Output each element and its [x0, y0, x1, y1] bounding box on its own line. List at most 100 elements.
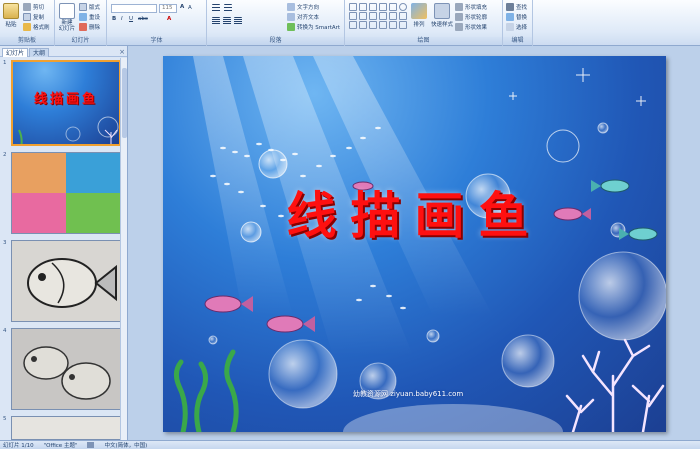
slide-title[interactable]: 线描画鱼 [163, 176, 666, 248]
shape-rect-icon[interactable] [349, 3, 357, 11]
shape-brace-icon[interactable] [379, 21, 387, 29]
binoculars-icon [506, 3, 514, 11]
shrink-font-button[interactable]: A [188, 5, 192, 11]
theme-name: "Office 主题" [43, 443, 78, 449]
text-direction-button[interactable]: 文字方向 [287, 3, 319, 11]
font-color-button[interactable]: A [167, 16, 171, 22]
thumbnail-number: 5 [3, 416, 7, 422]
effects-icon [455, 23, 463, 31]
tab-outline[interactable]: 大纲 [29, 48, 50, 57]
layout-button[interactable]: 版式 [79, 3, 100, 11]
shape-triangle-icon[interactable] [359, 12, 367, 20]
shapes-gallery[interactable] [349, 3, 409, 29]
align-text-button[interactable]: 对齐文本 [287, 13, 319, 21]
shape-effects-button[interactable]: 形状效果 [455, 23, 487, 31]
numbering-button[interactable] [224, 4, 232, 12]
shape-brace-icon[interactable] [369, 21, 377, 29]
shape-star-icon[interactable] [399, 12, 407, 20]
thumbnail-image [11, 328, 121, 410]
align-left-icon [212, 17, 220, 25]
align-right-button[interactable] [234, 17, 242, 25]
font-group: 115 A A B I U abc A 字体 [107, 0, 207, 46]
quick-styles-button[interactable]: 快速样式 [431, 3, 453, 28]
scissors-icon [23, 3, 31, 11]
slide-workarea: 线描画鱼 幼教资源网 ziyuan.baby611.com [129, 46, 700, 440]
shape-brace-icon[interactable] [389, 12, 397, 20]
thumbnail-decor [18, 116, 119, 144]
new-slide-button[interactable]: 新建 幻灯片 [58, 3, 76, 32]
panel-scrollbar[interactable] [120, 58, 127, 440]
shape-arrow-icon[interactable] [369, 12, 377, 20]
strikethrough-button[interactable]: abc [138, 16, 148, 22]
delete-icon [79, 23, 87, 31]
find-button[interactable]: 查找 [506, 3, 527, 11]
underline-button[interactable]: U [129, 16, 133, 22]
thumbnail-image [11, 152, 121, 234]
shape-arrow-icon[interactable] [379, 12, 387, 20]
slide-canvas[interactable]: 线描画鱼 幼教资源网 ziyuan.baby611.com [163, 56, 666, 432]
editing-label: 编辑 [503, 37, 532, 45]
paste-button[interactable]: 粘贴 [3, 3, 19, 28]
font-size-box[interactable]: 115 [159, 4, 177, 13]
thumbnail-3[interactable]: 3 [3, 240, 121, 322]
fish-art-tile [66, 193, 120, 233]
italic-button[interactable]: I [121, 16, 123, 22]
copy-icon [23, 13, 31, 21]
cut-button[interactable]: 剪切 [23, 3, 44, 11]
arrange-button[interactable]: 排列 [411, 3, 427, 28]
smartart-button[interactable]: 转换为 SmartArt [287, 23, 340, 31]
thumbnail-image: 线描画鱼 [11, 60, 121, 146]
shape-rect-icon[interactable] [389, 3, 397, 11]
brush-icon [23, 23, 31, 31]
language-status[interactable]: 中文(简体，中国) [104, 441, 147, 449]
shape-line-icon[interactable] [379, 3, 387, 11]
shape-rect-icon[interactable] [359, 3, 367, 11]
layout-icon [79, 3, 87, 11]
font-name-box[interactable] [111, 4, 157, 13]
copy-button[interactable]: 复制 [23, 13, 44, 21]
replace-button[interactable]: 替换 [506, 13, 527, 21]
align-center-button[interactable] [223, 17, 231, 25]
shape-outline-button[interactable]: 形状轮廓 [455, 13, 487, 21]
shape-more-icon[interactable] [399, 21, 407, 29]
shape-rect-icon[interactable] [349, 12, 357, 20]
format-painter-button[interactable]: 格式刷 [23, 23, 50, 31]
thumbnail-image [11, 416, 121, 440]
drawing-group: 排列 快速样式 形状填充 形状轮廓 形状效果 绘图 [345, 0, 503, 46]
fish-drawing [27, 258, 117, 308]
slides-panel: 幻灯片 大纲 × 1 线描画鱼 2 3 4 5 [0, 46, 128, 440]
shape-line-icon[interactable] [369, 3, 377, 11]
fish-art-tile [66, 153, 120, 193]
shape-curve-icon[interactable] [349, 21, 357, 29]
replace-icon [506, 13, 514, 21]
align-left-button[interactable] [212, 17, 220, 25]
clipboard-group: 粘贴 剪切 复制 格式刷 剪贴板 [0, 0, 55, 46]
thumbnail-4[interactable]: 4 [3, 328, 121, 410]
quick-styles-icon [434, 3, 450, 19]
grow-font-button[interactable]: A [180, 4, 184, 10]
clipboard-label: 剪贴板 [0, 37, 54, 45]
bullets-button[interactable] [212, 4, 220, 12]
tab-slides[interactable]: 幻灯片 [2, 48, 29, 57]
close-panel-icon[interactable]: × [119, 48, 125, 56]
shape-curve-icon[interactable] [359, 21, 367, 29]
panel-tabs: 幻灯片 大纲 × [0, 46, 127, 57]
bold-button[interactable]: B [112, 16, 116, 22]
bullets-icon [212, 4, 220, 12]
thumbnail-5[interactable]: 5 [3, 416, 121, 440]
new-slide-icon [59, 3, 75, 19]
status-bar: 幻灯片 1/10 "Office 主题" 中文(简体，中国) [0, 440, 700, 449]
thumbnail-2[interactable]: 2 [3, 152, 121, 234]
delete-slide-button[interactable]: 删除 [79, 23, 100, 31]
scrollbar-thumb[interactable] [122, 68, 127, 138]
numbering-icon [224, 4, 232, 12]
spellcheck-icon[interactable] [87, 442, 95, 448]
reset-icon [79, 13, 87, 21]
slides-label: 幻灯片 [55, 37, 106, 45]
thumbnail-1[interactable]: 1 线描画鱼 [3, 60, 121, 146]
shape-star-icon[interactable] [389, 21, 397, 29]
shape-fill-button[interactable]: 形状填充 [455, 3, 487, 11]
select-button[interactable]: 选择 [506, 23, 527, 31]
shape-oval-icon[interactable] [399, 3, 407, 11]
reset-button[interactable]: 重设 [79, 13, 100, 21]
